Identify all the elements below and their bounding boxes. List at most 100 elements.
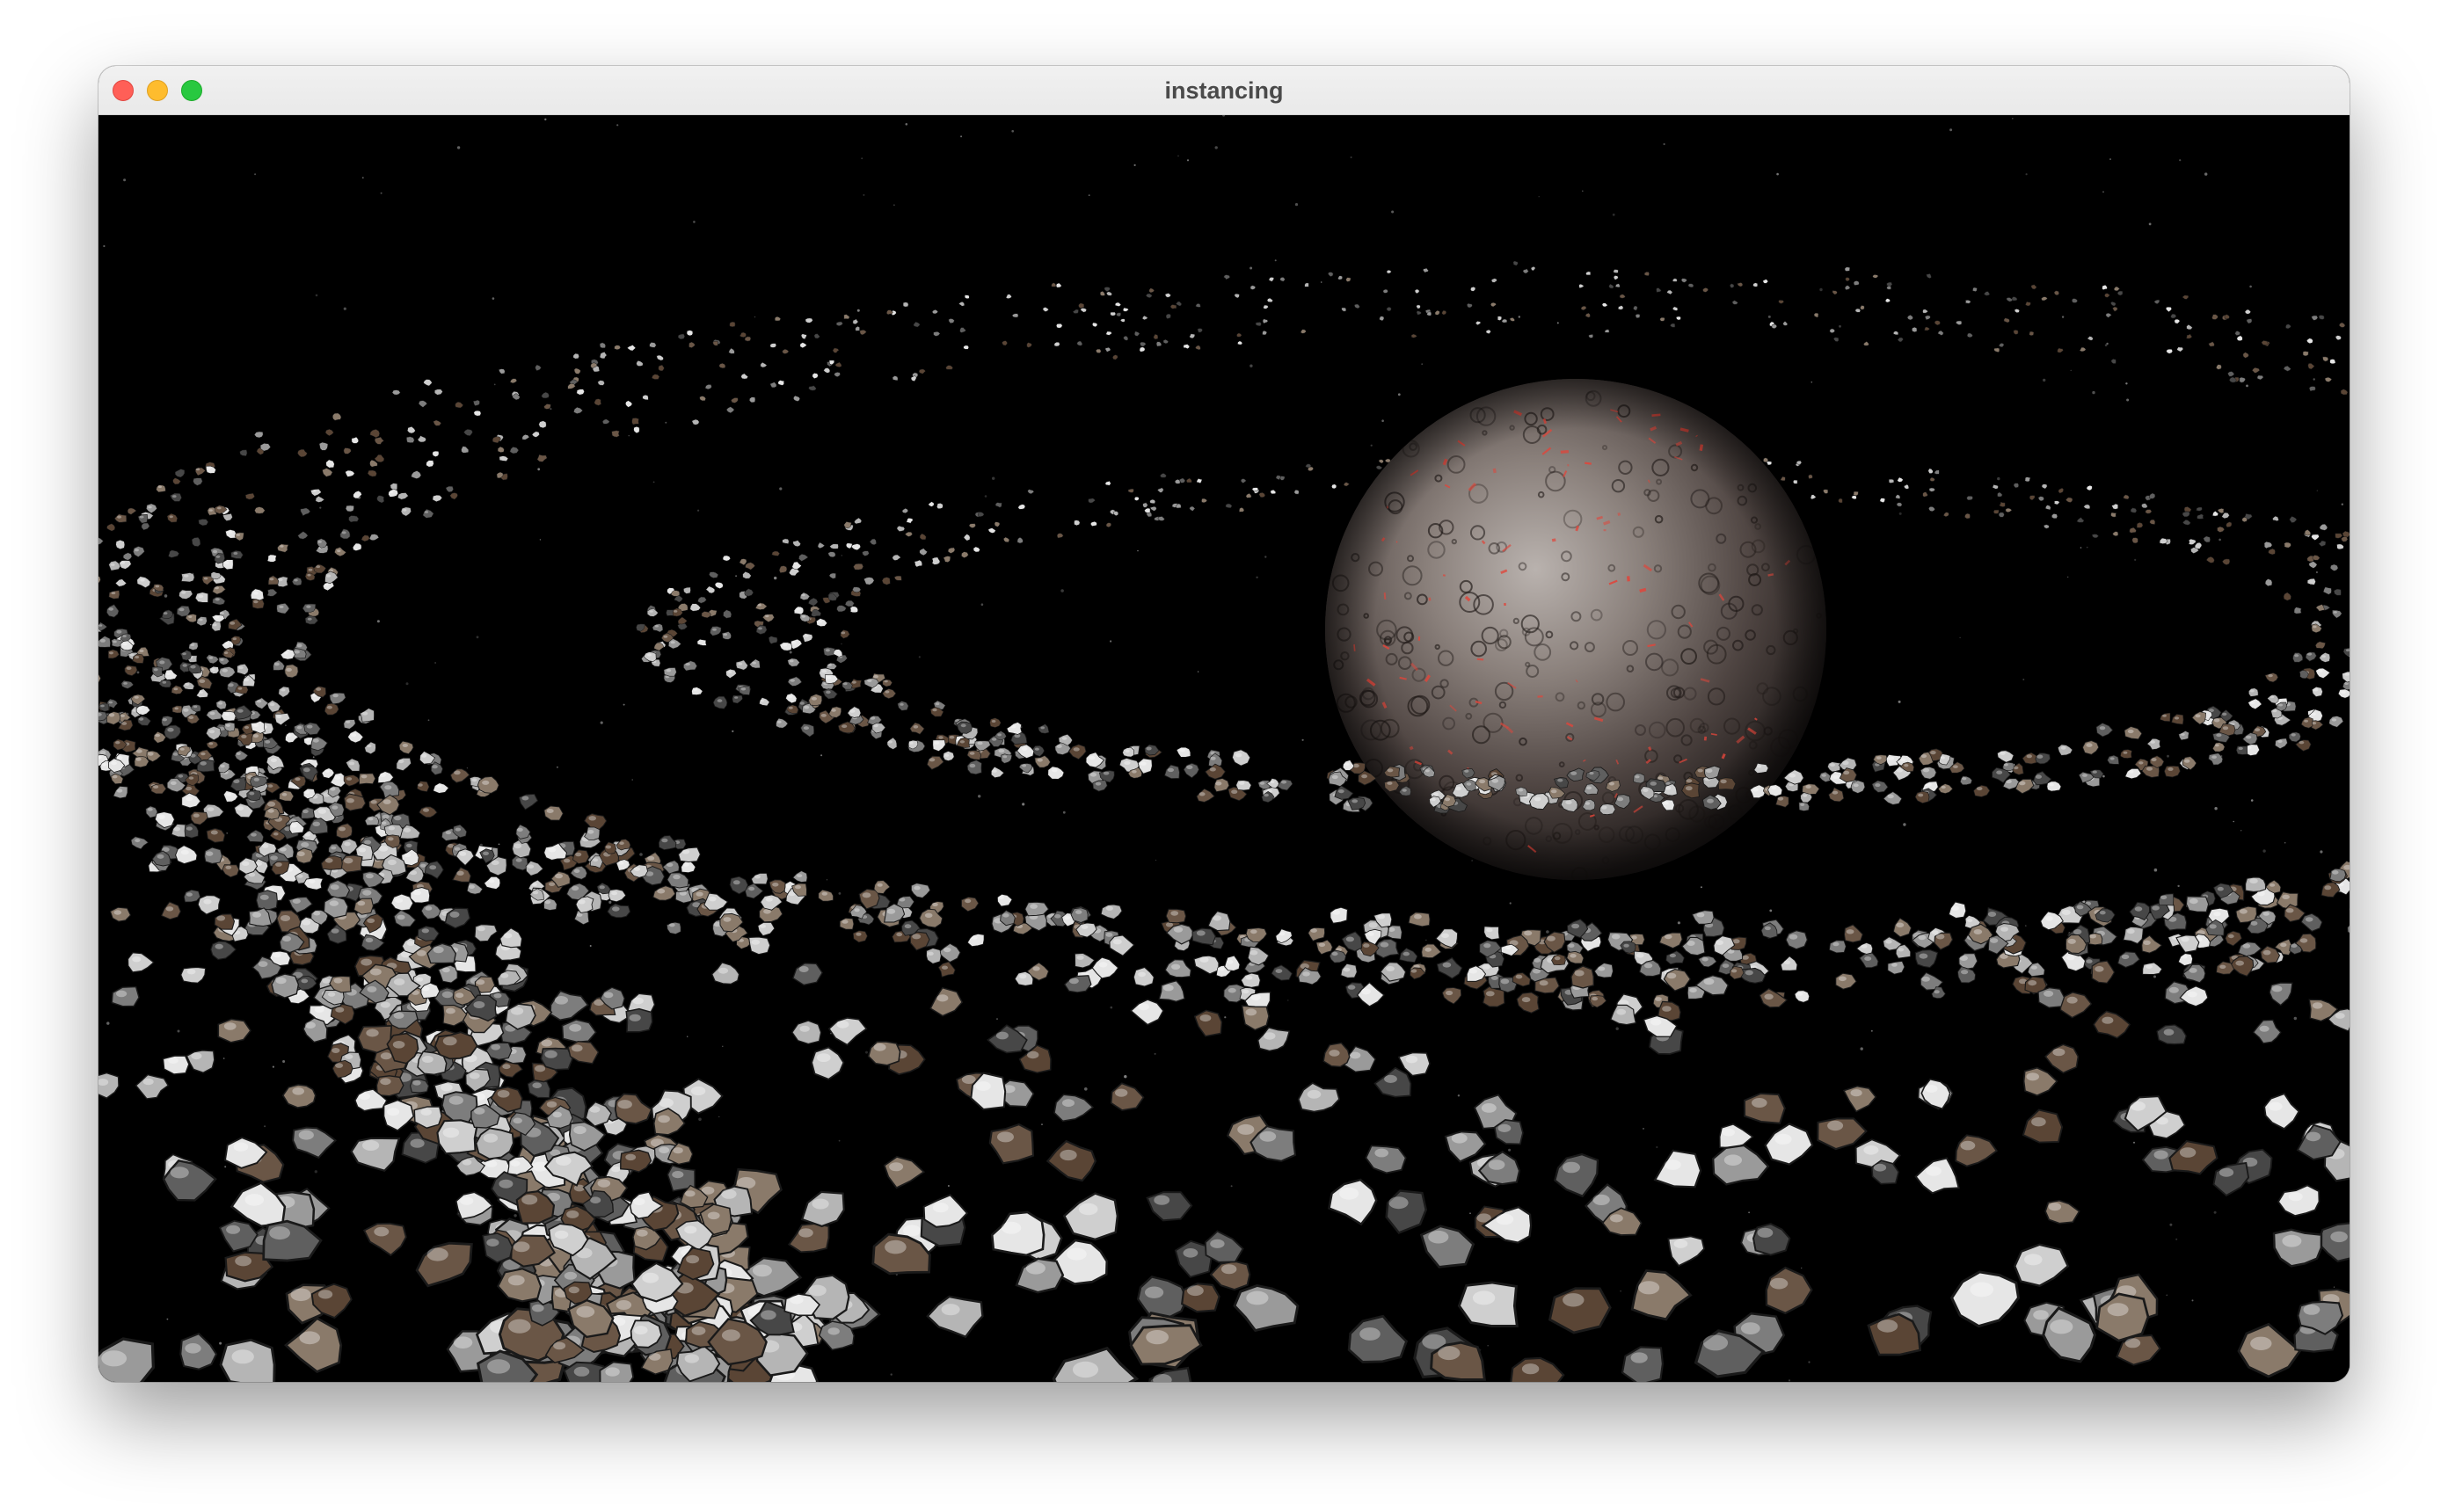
asteroid-highlight (2024, 1254, 2043, 1266)
asteroid-highlight (312, 490, 317, 492)
star (2341, 503, 2343, 505)
asteroid (271, 973, 300, 999)
asteroid-highlight (2179, 1147, 2197, 1158)
asteroid-highlight (364, 840, 372, 845)
asteroid (729, 321, 736, 327)
asteroid-highlight (1745, 970, 1753, 976)
star (224, 1166, 227, 1168)
asteroid-highlight (393, 978, 405, 985)
asteroid-highlight (831, 709, 836, 712)
asteroid (1853, 280, 1860, 286)
asteroid-highlight (2187, 991, 2197, 998)
star (623, 703, 625, 706)
asteroid-highlight (566, 1210, 579, 1218)
asteroid-highlight (218, 701, 223, 705)
asteroid-highlight (181, 591, 186, 594)
asteroid (1293, 490, 1300, 495)
asteroid (964, 294, 970, 299)
asteroid-highlight (1842, 760, 1849, 766)
asteroid-highlight (1500, 978, 1510, 985)
asteroid-highlight (632, 997, 644, 1005)
asteroid-highlight (1331, 951, 1338, 956)
asteroid-highlight (253, 592, 259, 595)
star (1776, 172, 1779, 176)
asteroid-highlight (1030, 904, 1038, 909)
asteroid-highlight (392, 1041, 405, 1049)
asteroid-highlight (324, 583, 329, 586)
asteroid-highlight (568, 1286, 579, 1294)
asteroid-highlight (1464, 769, 1469, 773)
asteroid-highlight (873, 1043, 886, 1051)
asteroid-highlight (2262, 949, 2271, 956)
star (103, 244, 106, 248)
asteroid-highlight (316, 565, 321, 569)
asteroid-highlight (174, 707, 178, 710)
asteroid-highlight (111, 761, 117, 766)
star (2134, 558, 2137, 561)
asteroid-highlight (223, 1022, 237, 1030)
asteroid-highlight (237, 709, 244, 713)
asteroid-highlight (761, 1310, 776, 1320)
asteroid-highlight (572, 885, 579, 891)
asteroid-highlight (1329, 1050, 1340, 1057)
asteroid (1604, 329, 1610, 333)
star (1997, 476, 2000, 481)
asteroid-highlight (325, 574, 332, 578)
asteroid-highlight (1976, 787, 1983, 791)
asteroid-highlight (224, 561, 230, 564)
asteroid-highlight (1025, 1261, 1046, 1275)
asteroid-highlight (2150, 740, 2155, 744)
asteroid-highlight (818, 620, 822, 623)
asteroid-highlight (2306, 652, 2313, 656)
asteroid (902, 302, 909, 308)
asteroid-highlight (841, 631, 846, 635)
asteroid-highlight (270, 855, 278, 861)
star (493, 383, 496, 386)
star (314, 1170, 317, 1174)
asteroid-highlight (617, 1100, 632, 1109)
asteroid-highlight (2086, 959, 2093, 963)
asteroid-highlight (514, 843, 522, 849)
asteroid (1174, 479, 1181, 484)
asteroid-highlight (1524, 930, 1533, 936)
asteroid-highlight (2134, 906, 2143, 912)
asteroid-highlight (117, 515, 122, 519)
star (2169, 1223, 2173, 1226)
asteroid-highlight (1064, 916, 1070, 920)
asteroid-highlight (2313, 625, 2317, 629)
asteroid-highlight (751, 939, 761, 945)
asteroid (2182, 511, 2190, 518)
asteroid-highlight (1402, 951, 1410, 956)
asteroid-highlight (331, 928, 339, 934)
asteroid-highlight (1875, 783, 1881, 788)
asteroid-highlight (1662, 1006, 1672, 1012)
asteroid-highlight (178, 774, 184, 778)
asteroid-highlight (148, 505, 152, 509)
render-viewport[interactable] (98, 115, 2350, 1382)
asteroid (576, 389, 585, 396)
asteroid-highlight (1138, 971, 1146, 978)
asteroid-highlight (412, 1079, 421, 1086)
asteroid-highlight (1062, 1099, 1075, 1108)
asteroid-highlight (346, 777, 353, 781)
asteroid-highlight (276, 715, 282, 719)
asteroid-highlight (330, 787, 336, 791)
asteroid-highlight (1518, 789, 1524, 792)
asteroid-highlight (603, 992, 614, 999)
asteroid-highlight (394, 898, 404, 904)
asteroid-highlight (1245, 1008, 1257, 1016)
asteroid (722, 631, 732, 640)
asteroid-highlight (2344, 672, 2350, 676)
asteroid-highlight (172, 495, 177, 498)
asteroid-highlight (1789, 773, 1796, 778)
asteroid-highlight (101, 1350, 128, 1367)
asteroid-highlight (1374, 1148, 1388, 1158)
asteroid-highlight (934, 741, 940, 745)
asteroid-highlight (2227, 934, 2234, 939)
asteroid-highlight (1280, 780, 1287, 784)
asteroid-highlight (1960, 1140, 1976, 1151)
asteroid-highlight (2102, 1016, 2114, 1024)
asteroid-highlight (1832, 790, 1839, 795)
title-bar[interactable]: instancing (98, 66, 2350, 115)
asteroid (1116, 312, 1121, 317)
